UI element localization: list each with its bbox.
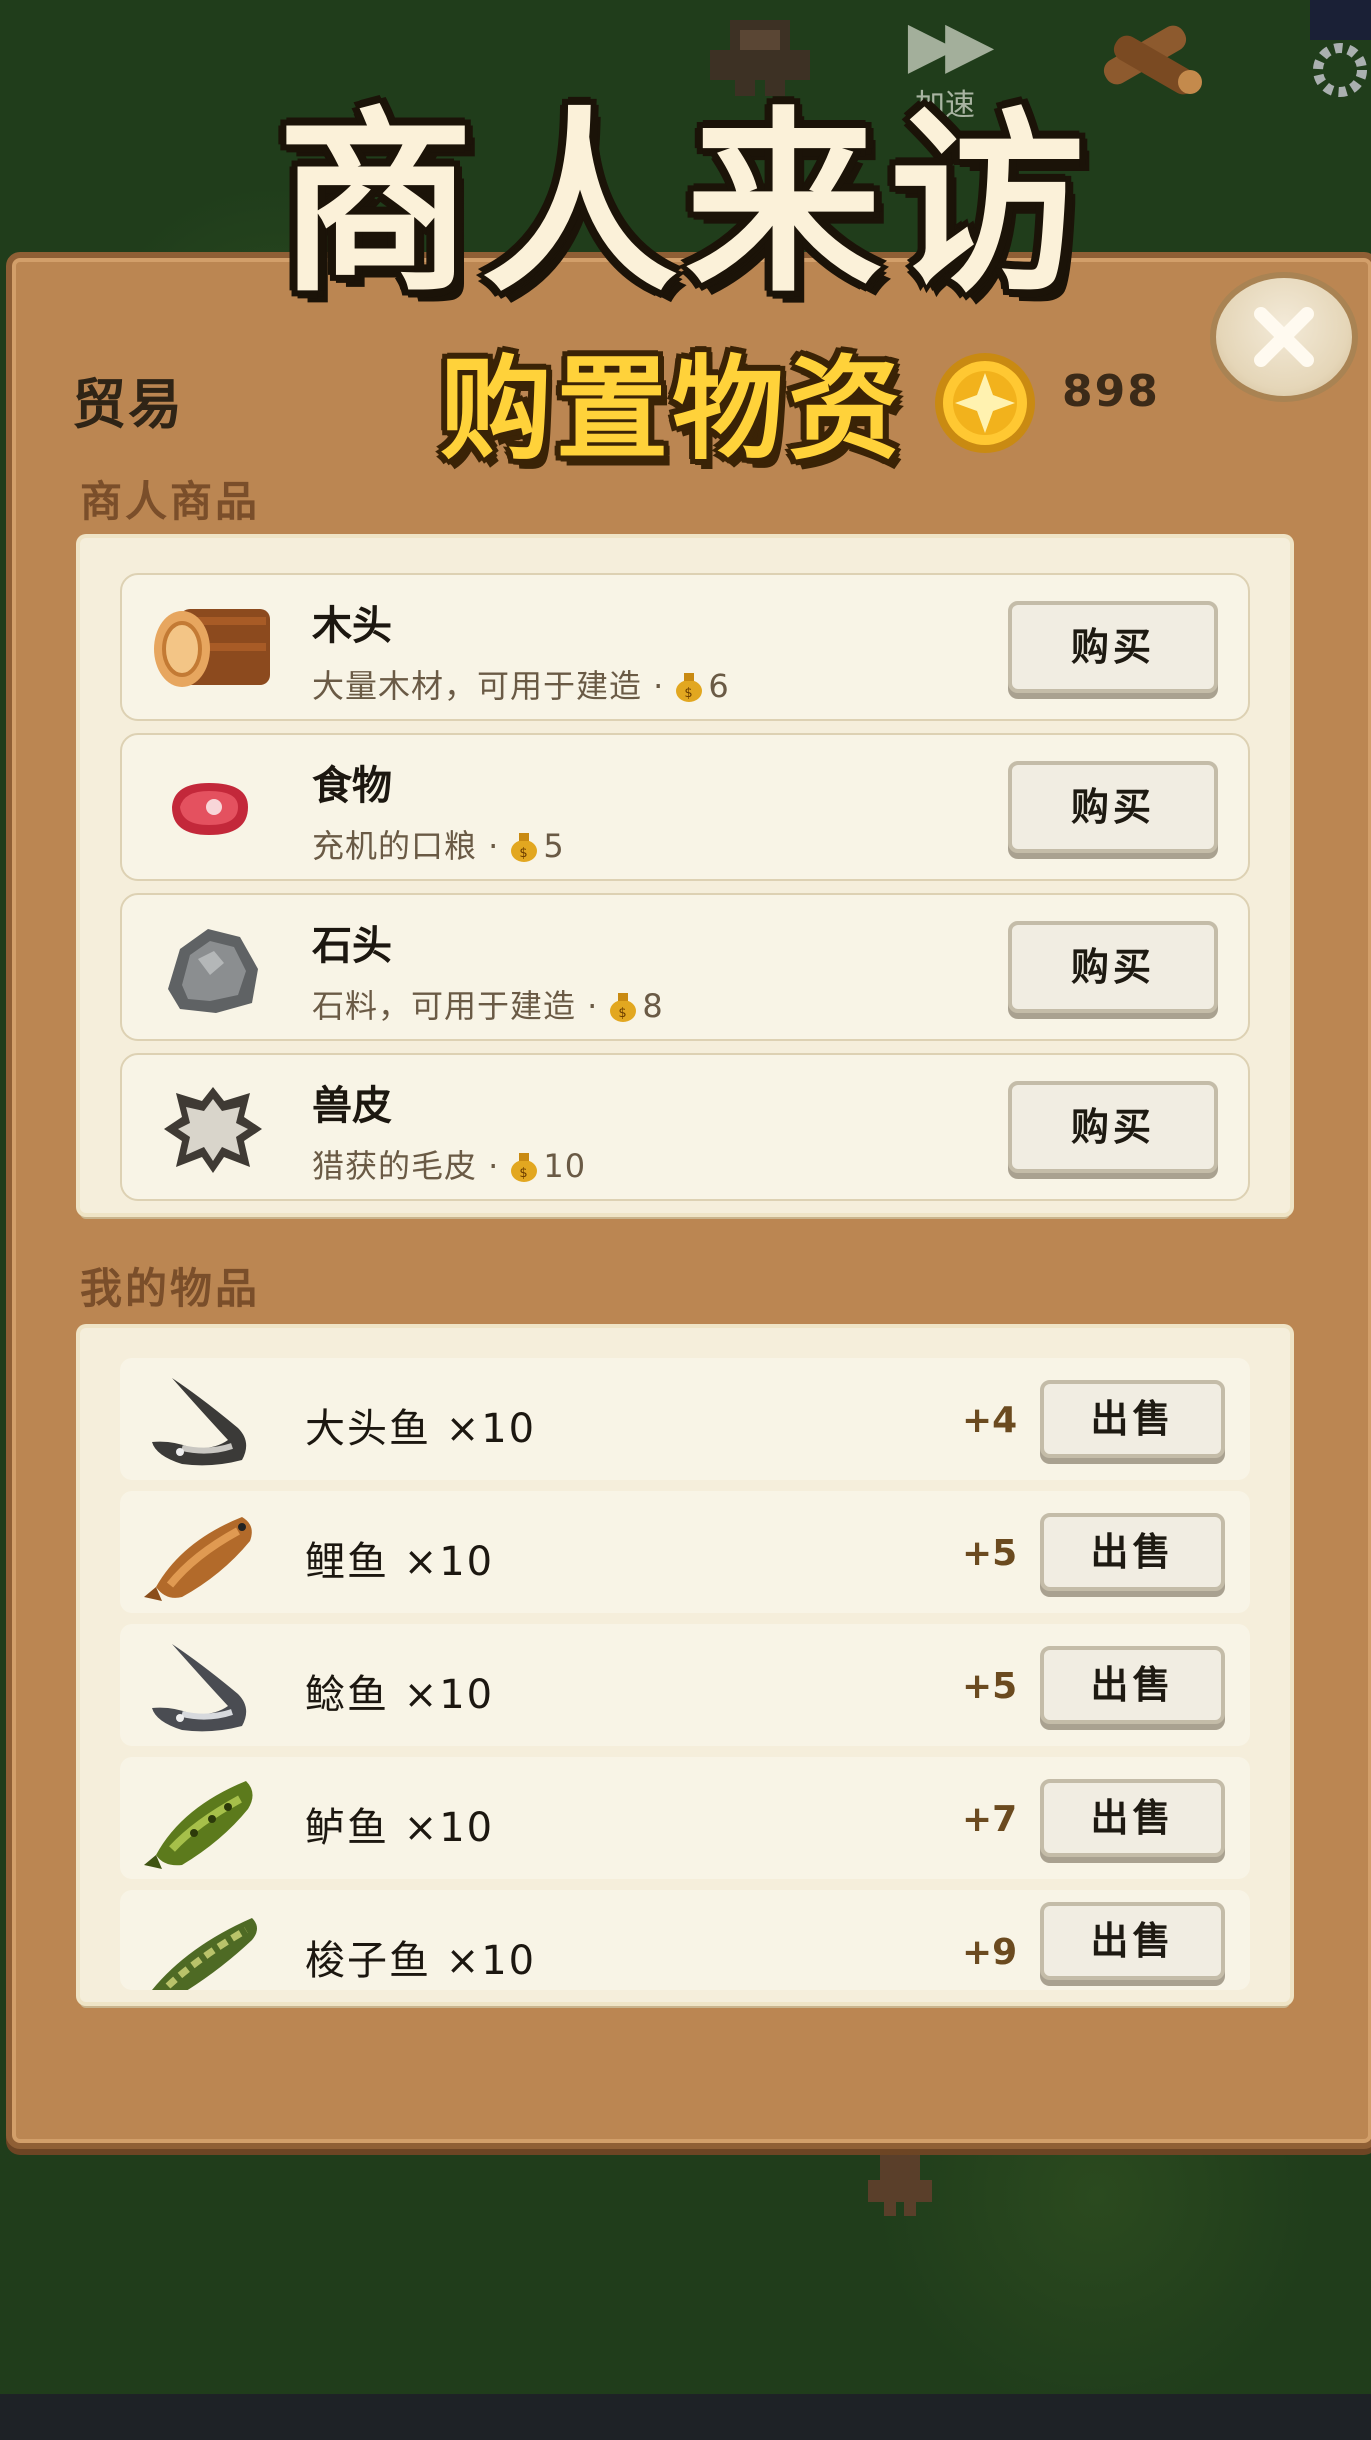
bass-icon [144,1781,253,1869]
money-bag-icon: $ [676,673,703,702]
settings-gear-icon[interactable] [1300,0,1371,100]
gold-coin-icon [935,353,1035,453]
sell-button[interactable]: 出售 [1040,1380,1225,1458]
svg-text:$: $ [520,1166,529,1181]
item-price: 8 [642,987,664,1025]
item-name: 大头鱼 ×10 [305,1406,537,1452]
item-name: 鲈鱼 ×10 [305,1805,495,1851]
item-price: 5 [543,827,565,865]
money-bag-icon: $ [511,1153,538,1182]
item-name: 鲤鱼 ×10 [305,1539,495,1585]
catfish-icon [152,1378,247,1466]
merchant-section-label: 商人商品 [80,477,261,526]
svg-text:$: $ [619,1006,628,1021]
money-bag-icon: $ [511,833,538,862]
inventory-item-row: 鲶鱼 ×10 +5 出售 [120,1624,1250,1746]
item-price: 6 [708,667,730,705]
sell-price: +4 [962,1400,1018,1441]
fast-forward-icon: ▶▶ [907,8,994,82]
merchant-item-row: 木头 大量木材，可用于建造 · $6 购买 [120,573,1250,721]
item-name: 梭子鱼 ×10 [305,1938,537,1984]
item-name: 鲶鱼 ×10 [305,1672,495,1718]
money-bag-icon: $ [610,993,637,1022]
buy-button[interactable]: 购买 [1008,921,1218,1013]
monkey-sprite-icon [710,20,810,96]
event-title: 商人来访 [277,91,1094,319]
buy-button[interactable]: 购买 [1008,761,1218,853]
coin-count: 898 [1062,366,1160,417]
sell-button[interactable]: 出售 [1040,1902,1225,1980]
merchant-item-row: 食物 充机的口粮 · $5 购买 [120,733,1250,881]
stone-icon [168,929,258,1013]
item-name: 石头 [312,923,392,969]
log-icon [154,609,270,687]
item-description: 大量木材，可用于建造 · $6 [312,667,730,705]
sell-price: +5 [962,1666,1018,1707]
monkey-sprite-icon [868,2155,932,2216]
sell-price: +7 [962,1799,1018,1840]
buy-button[interactable]: 购买 [1008,1081,1218,1173]
item-name: 食物 [312,763,392,809]
sell-price: +5 [962,1533,1018,1574]
merchant-item-row: 兽皮 猎获的毛皮 · $10 购买 [120,1053,1250,1201]
sell-button[interactable]: 出售 [1040,1513,1225,1591]
pike-icon [152,1918,257,1990]
inventory-item-row: 梭子鱼 ×10 +9 出售 [120,1890,1250,1990]
inventory-item-row: 大头鱼 ×10 +4 出售 [120,1358,1250,1480]
close-button[interactable] [1210,272,1358,402]
dialog-title: 贸易 [72,373,184,436]
item-description: 充机的口粮 · $5 [312,827,565,865]
bottom-bar [0,2394,1371,2440]
inventory-section-label: 我的物品 [80,1264,261,1313]
sell-button[interactable]: 出售 [1040,1779,1225,1857]
inventory-item-row: 鲈鱼 ×10 +7 出售 [120,1757,1250,1879]
meat-icon [172,783,248,835]
sell-price: +9 [962,1932,1018,1973]
catfish-icon [152,1644,247,1732]
merchant-item-row: 石头 石料，可用于建造 · $8 购买 [120,893,1250,1041]
svg-text:$: $ [520,846,529,861]
item-price: 10 [543,1147,587,1185]
item-description: 石料，可用于建造 · $8 [312,987,664,1025]
close-icon [1254,307,1314,367]
svg-text:$: $ [685,686,694,701]
inventory-item-row: 鲤鱼 ×10 +5 出售 [120,1491,1250,1613]
item-name: 木头 [312,603,392,649]
logs-icon [1103,25,1202,95]
item-name: 兽皮 [312,1083,392,1129]
buy-button[interactable]: 购买 [1008,601,1218,693]
hide-icon [164,1087,262,1173]
event-subtitle: 购置物资 [440,345,904,475]
carp-icon [144,1517,252,1601]
sell-button[interactable]: 出售 [1040,1646,1225,1724]
item-description: 猎获的毛皮 · $10 [312,1147,587,1185]
